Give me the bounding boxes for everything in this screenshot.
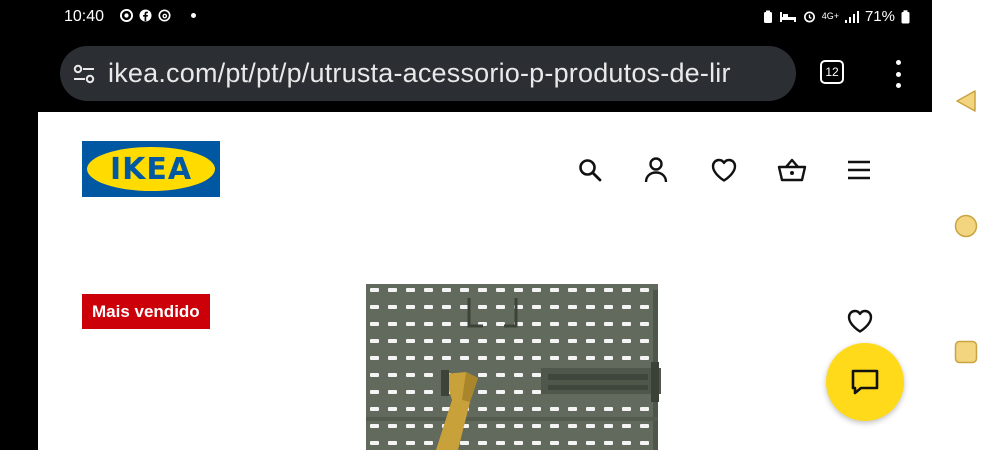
heart-icon[interactable] <box>708 154 740 186</box>
product-image[interactable] <box>366 282 666 450</box>
more-notifications-dot <box>191 13 196 18</box>
threads-icon <box>158 9 171 22</box>
site-header: IKEA <box>38 112 932 222</box>
battery-saver-icon <box>763 10 772 23</box>
screen: 10:40 4G+ 71% ikea.com/pt/pt/p/utrusta-a… <box>0 0 1000 450</box>
user-icon[interactable] <box>640 154 672 186</box>
phone-screen: 10:40 4G+ 71% ikea.com/pt/pt/p/utrusta-a… <box>38 0 932 450</box>
browser-menu-button[interactable] <box>890 60 906 88</box>
address-bar[interactable]: ikea.com/pt/pt/p/utrusta-acessorio-p-pro… <box>60 46 796 101</box>
product-favourite-icon[interactable] <box>846 308 876 338</box>
recents-button[interactable] <box>954 340 978 364</box>
status-right: 4G+ 71% <box>763 8 910 25</box>
alarm-icon <box>803 11 815 23</box>
menu-icon[interactable] <box>843 154 875 186</box>
status-time: 10:40 <box>64 8 105 25</box>
logo-text: IKEA <box>109 151 193 187</box>
bestseller-badge: Mais vendido <box>82 294 210 329</box>
url-text[interactable]: ikea.com/pt/pt/p/utrusta-acessorio-p-pro… <box>108 58 731 89</box>
battery-percent: 71% <box>864 8 895 25</box>
chrome-icon <box>120 9 133 22</box>
facebook-icon <box>139 9 152 22</box>
signal-icon <box>844 10 859 23</box>
tab-switcher-button[interactable]: 12 <box>820 60 844 84</box>
chat-icon <box>851 369 879 395</box>
network-type: 4G+ <box>821 11 839 21</box>
basket-icon[interactable] <box>776 154 808 186</box>
home-button[interactable] <box>954 214 978 238</box>
status-bar: 10:40 4G+ 71% <box>38 0 932 36</box>
bed-icon <box>779 11 796 22</box>
android-nav-bar <box>932 0 1000 450</box>
ikea-logo[interactable]: IKEA <box>82 141 220 197</box>
notification-icons <box>120 9 196 22</box>
chat-button[interactable] <box>826 343 904 421</box>
search-icon[interactable] <box>574 154 606 186</box>
site-settings-icon[interactable] <box>72 63 96 85</box>
back-button[interactable] <box>954 88 978 114</box>
device-bezel <box>0 0 38 450</box>
battery-icon <box>901 9 910 23</box>
browser-toolbar: ikea.com/pt/pt/p/utrusta-acessorio-p-pro… <box>38 36 932 112</box>
